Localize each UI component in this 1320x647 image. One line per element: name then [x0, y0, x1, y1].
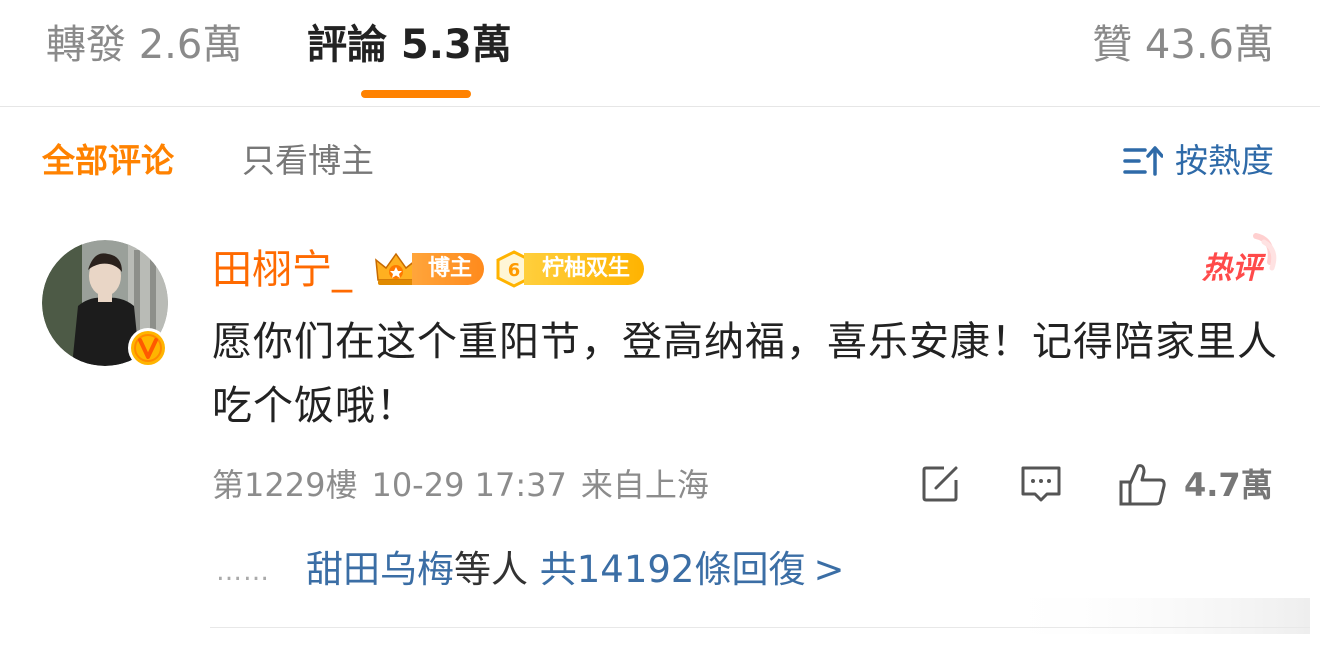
share-icon[interactable]	[918, 462, 962, 506]
chevron-right-icon: >	[813, 548, 845, 591]
sort-icon	[1123, 146, 1163, 176]
reply-user-names: 甜田乌梅	[306, 548, 454, 591]
comment-floor: 第1229樓	[212, 466, 358, 504]
view-replies-link[interactable]: 甜田乌梅等人 共14192條回復 >	[306, 544, 844, 596]
reply-count-text: 共14192條回復	[539, 548, 806, 591]
owner-badge-label: 博主	[412, 253, 485, 285]
active-tab-indicator	[361, 90, 471, 98]
owner-badge: 博主	[372, 250, 485, 288]
hot-comment-badge: 热评	[1198, 232, 1280, 294]
tabs-divider	[0, 106, 1320, 107]
verified-v-icon	[128, 328, 168, 368]
svg-text:6: 6	[508, 260, 521, 281]
hot-comment-icon: 热评	[1201, 233, 1277, 286]
tab-likes[interactable]: 贊 43.6萬	[1092, 18, 1274, 72]
filter-only-blogger[interactable]: 只看博主	[242, 138, 374, 184]
replies-dots: ……	[216, 557, 270, 587]
comment-username[interactable]: 田栩宁_	[212, 244, 352, 296]
tab-reposts[interactable]: 轉發 2.6萬	[46, 18, 242, 72]
tab-comments[interactable]: 評論 5.3萬	[307, 18, 512, 72]
comment-location: 来自上海	[580, 466, 709, 504]
sort-label: 按熱度	[1175, 141, 1274, 180]
decorative-fade	[990, 598, 1310, 634]
comment-text: 愿你们在这个重阳节，登高纳福，喜乐安康！记得陪家里人吃个饭哦！	[212, 319, 1278, 429]
hot-comment-label: 热评	[1201, 251, 1267, 286]
comment-icon[interactable]	[1019, 462, 1063, 506]
fan-badge[interactable]: 6 柠柚双生	[494, 250, 645, 288]
like-count: 4.7萬	[1184, 466, 1273, 504]
filter-all-comments[interactable]: 全部评论	[42, 138, 174, 184]
fan-badge-label: 柠柚双生	[524, 253, 645, 285]
comment-meta: 第1229樓 10-29 17:37 来自上海	[212, 462, 709, 508]
like-icon[interactable]	[1118, 462, 1168, 508]
sort-button[interactable]: 按熱度	[1123, 138, 1274, 184]
comment-datetime: 10-29 17:37	[371, 466, 567, 504]
comment-divider	[210, 627, 1310, 628]
reply-middle-text: 等人	[454, 548, 528, 591]
